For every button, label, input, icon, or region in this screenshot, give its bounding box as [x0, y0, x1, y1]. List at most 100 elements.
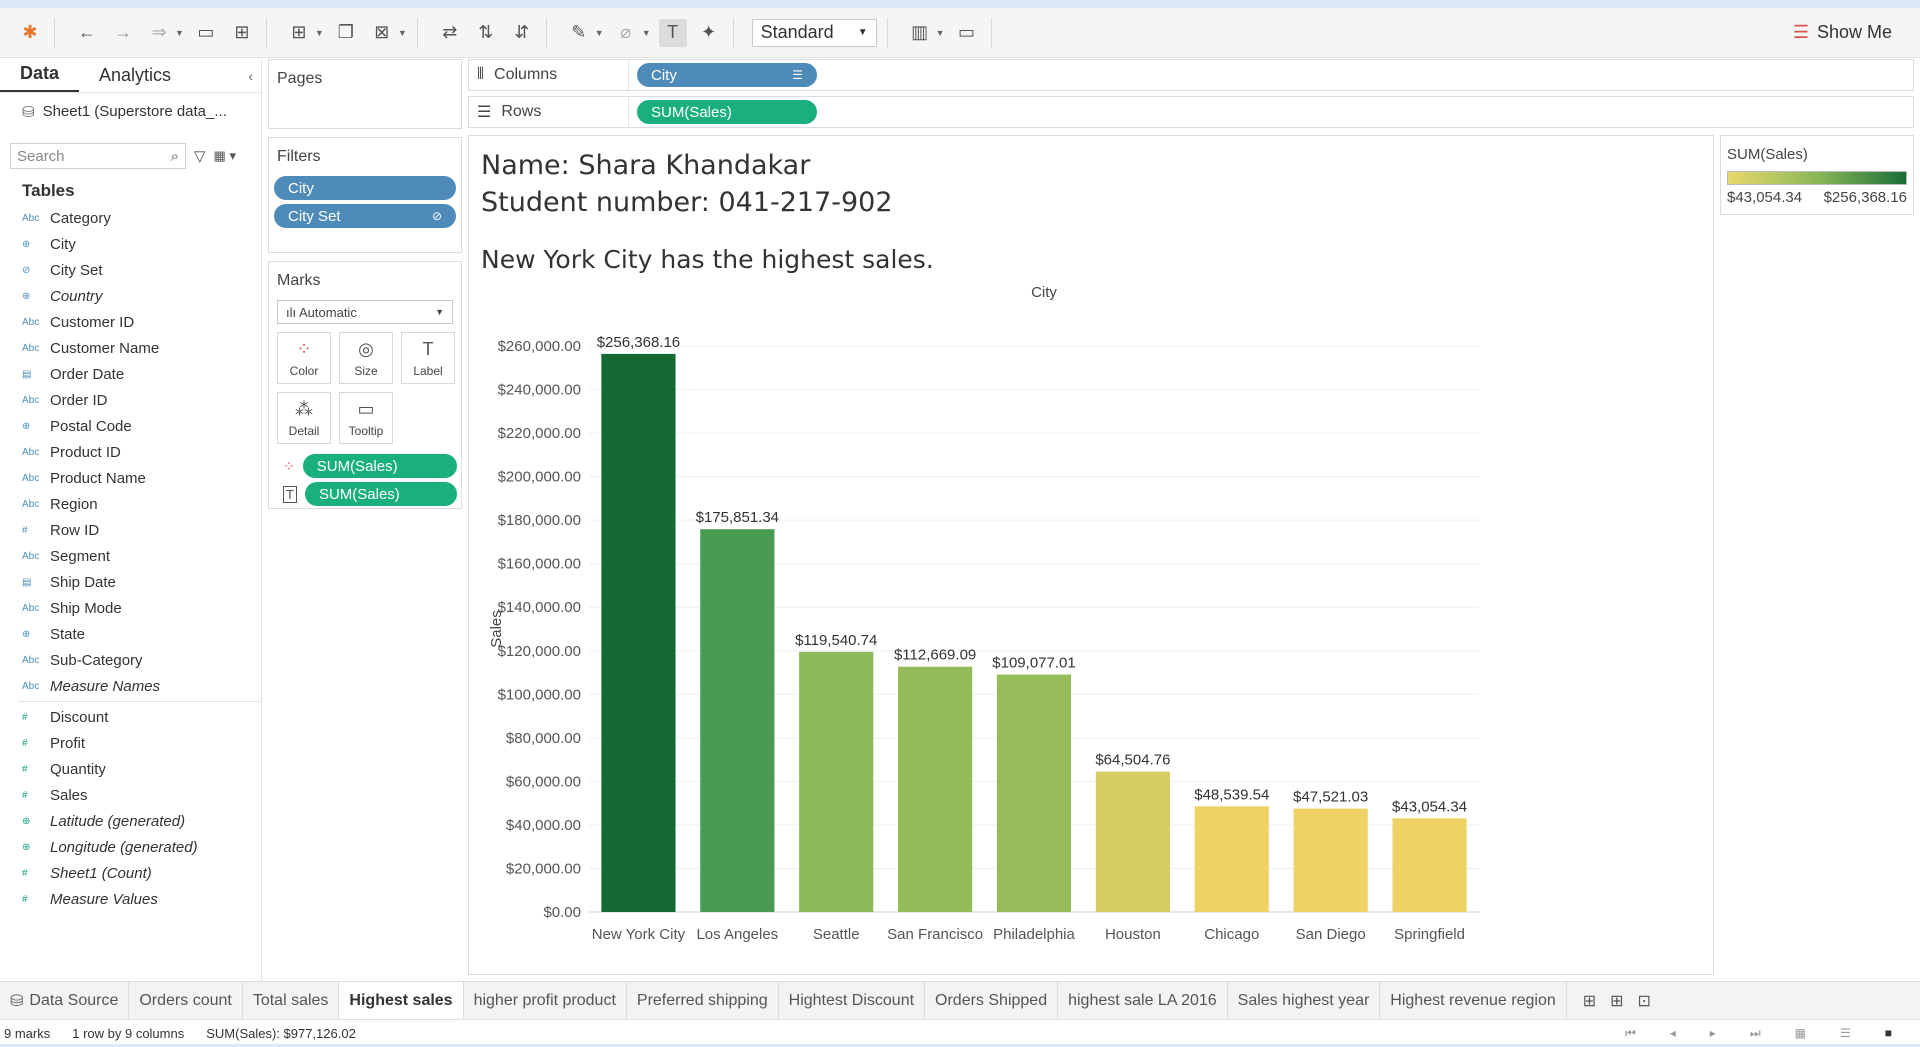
rows-icon: ☰	[477, 104, 492, 121]
rows-shelf[interactable]: ☰ Rows SUM(Sales)	[468, 96, 1914, 128]
first-page-icon[interactable]: ⏮	[1625, 1026, 1636, 1041]
sort-ascending-icon[interactable]: ⇅	[472, 19, 500, 47]
y-tick-label: $180,000.00	[498, 512, 581, 529]
pages-shelf[interactable]: Pages	[268, 59, 462, 129]
mark-type-select[interactable]: ılı Automatic ▼	[277, 300, 453, 324]
field-country[interactable]: ⊕ Country	[0, 283, 261, 309]
new-datasource-icon[interactable]: ⊞	[228, 19, 256, 47]
field-sales[interactable]: # Sales	[0, 782, 261, 808]
presentation-mode-icon[interactable]: ▭	[953, 19, 981, 47]
columns-shelf[interactable]: ⦀ Columns City ☰	[468, 59, 1914, 91]
undo-icon[interactable]: ←	[73, 19, 101, 47]
data-source-label: Sheet1 (Superstore data_...	[42, 103, 227, 120]
show-cards-icon[interactable]: ▥	[906, 19, 934, 47]
new-worksheet-icon[interactable]: ⊞	[1583, 991, 1596, 1011]
field-customer-name[interactable]: Abc Customer Name	[0, 335, 261, 361]
field-segment[interactable]: Abc Segment	[0, 543, 261, 569]
tab-sheet[interactable]: Highest revenue region	[1380, 982, 1567, 1019]
tab-sheet[interactable]: Hightest Discount	[779, 982, 926, 1019]
field-postal-code[interactable]: ⊕ Postal Code	[0, 413, 261, 439]
field-sheet1-count[interactable]: # Sheet1 (Count)	[0, 860, 261, 886]
replay-icon[interactable]: ⇒	[145, 19, 173, 47]
field-profit[interactable]: # Profit	[0, 730, 261, 756]
tableau-logo-icon[interactable]: ✱	[16, 19, 44, 47]
fit-mode-select[interactable]: Standard ▼	[751, 18, 877, 47]
tab-sheet[interactable]: Highest sales	[339, 982, 464, 1019]
status-dimensions: 1 row by 9 columns	[72, 1026, 185, 1041]
group-members-icon[interactable]: ⌀	[612, 19, 640, 47]
tab-data[interactable]: Data	[0, 63, 80, 92]
duplicate-sheet-icon[interactable]: ❐	[332, 19, 360, 47]
tab-sheet[interactable]: Orders Shipped	[925, 982, 1059, 1019]
grid-view-icon[interactable]: ▦	[1795, 1026, 1806, 1041]
field-measure-values[interactable]: # Measure Values	[0, 886, 261, 912]
swap-rows-columns-icon[interactable]: ⇄	[436, 19, 464, 47]
tab-sheet[interactable]: Preferred shipping	[627, 982, 779, 1019]
marks-size-button[interactable]: ◎ Size	[339, 332, 393, 384]
filter-icon[interactable]: ▽	[194, 147, 206, 165]
show-mark-labels-icon[interactable]: T	[658, 18, 687, 47]
redo-icon[interactable]: →	[109, 19, 137, 47]
tab-data-source[interactable]: ⛁ Data Source	[0, 982, 130, 1019]
filter-pill-city[interactable]: City	[274, 176, 456, 200]
status-bar: 9 marks 1 row by 9 columns SUM(Sales): $…	[0, 1019, 1920, 1047]
last-page-icon[interactable]: ⏭	[1750, 1026, 1761, 1041]
data-source-item[interactable]: ⛁ Sheet1 (Superstore data_...	[0, 93, 261, 133]
marks-color-button[interactable]: ⁘ Color	[277, 332, 331, 384]
marks-label-button[interactable]: T Label	[401, 332, 455, 384]
field-sub-category[interactable]: Abc Sub-Category	[0, 647, 261, 673]
marks-tooltip-button[interactable]: ▭ Tooltip	[339, 392, 393, 444]
field-discount[interactable]: # Discount	[0, 704, 261, 730]
show-me-button[interactable]: ☰ Show Me	[1793, 22, 1892, 43]
collapse-pane-icon[interactable]: ‹	[248, 68, 261, 92]
new-story-icon[interactable]: ⊡	[1638, 991, 1651, 1011]
field-search-input[interactable]: Search ⌕	[10, 143, 186, 169]
x-tick-label: San Francisco	[887, 926, 983, 943]
columns-pill-city[interactable]: City ☰	[637, 63, 817, 87]
tab-sheet[interactable]: Total sales	[243, 982, 340, 1019]
new-worksheet-icon[interactable]: ⊞	[285, 19, 313, 47]
rows-pill-sales[interactable]: SUM(Sales)	[637, 100, 817, 124]
field-longitude-generated[interactable]: ⊕ Longitude (generated)	[0, 834, 261, 860]
field-state[interactable]: ⊕ State	[0, 621, 261, 647]
view-options-icon[interactable]: ▦ ▾	[214, 148, 236, 164]
next-page-icon[interactable]: ▸	[1710, 1026, 1716, 1041]
field-category[interactable]: Abc Category	[0, 205, 261, 231]
field-customer-id[interactable]: Abc Customer ID	[0, 309, 261, 335]
tab-analytics[interactable]: Analytics	[79, 65, 191, 92]
field-city-set[interactable]: ⊘ City Set	[0, 257, 261, 283]
tab-sheet[interactable]: highest sale LA 2016	[1058, 982, 1228, 1019]
field-region[interactable]: Abc Region	[0, 491, 261, 517]
tab-sheet[interactable]: Sales highest year	[1228, 982, 1381, 1019]
field-measure-names[interactable]: Abc Measure Names	[0, 673, 261, 699]
marks-pill-row-color: ⁘ SUM(Sales)	[283, 454, 457, 478]
marks-pill-label-sales[interactable]: SUM(Sales)	[304, 482, 457, 506]
marks-detail-button[interactable]: ⁂ Detail	[277, 392, 331, 444]
field-product-name[interactable]: Abc Product Name	[0, 465, 261, 491]
prev-page-icon[interactable]: ◂	[1670, 1026, 1676, 1041]
bar-chart[interactable]: City $0.00 $20,000.00 $40,000.00 $60,000.00 $…	[469, 136, 1715, 976]
field-ship-mode[interactable]: Abc Ship Mode	[0, 595, 261, 621]
field-city[interactable]: ⊕ City	[0, 231, 261, 257]
filmstrip-view-icon[interactable]: ■	[1885, 1026, 1892, 1041]
field-latitude-generated[interactable]: ⊕ Latitude (generated)	[0, 808, 261, 834]
new-dashboard-icon[interactable]: ⊞	[1610, 991, 1623, 1011]
filters-shelf[interactable]: Filters City City Set ⊘	[268, 137, 462, 253]
field-row-id[interactable]: # Row ID	[0, 517, 261, 543]
field-order-id[interactable]: Abc Order ID	[0, 387, 261, 413]
highlight-icon[interactable]: ✎	[565, 19, 593, 47]
field-product-id[interactable]: Abc Product ID	[0, 439, 261, 465]
field-quantity[interactable]: # Quantity	[0, 756, 261, 782]
field-order-date[interactable]: ▤ Order Date	[0, 361, 261, 387]
marks-pill-color-sales[interactable]: SUM(Sales)	[302, 454, 457, 478]
list-view-icon[interactable]: ☰	[1840, 1026, 1851, 1041]
save-icon[interactable]: ▭	[192, 19, 220, 47]
color-legend[interactable]: SUM(Sales) $43,054.34 $256,368.16	[1720, 135, 1914, 215]
pin-axes-icon[interactable]: ✦	[695, 19, 723, 47]
tab-sheet[interactable]: Orders count	[129, 982, 243, 1019]
field-ship-date[interactable]: ▤ Ship Date	[0, 569, 261, 595]
sort-descending-icon[interactable]: ⇵	[508, 19, 536, 47]
tab-sheet[interactable]: higher profit product	[464, 982, 627, 1019]
clear-sheet-icon[interactable]: ⊠	[368, 19, 396, 47]
filter-pill-city-set[interactable]: City Set ⊘	[274, 204, 456, 228]
